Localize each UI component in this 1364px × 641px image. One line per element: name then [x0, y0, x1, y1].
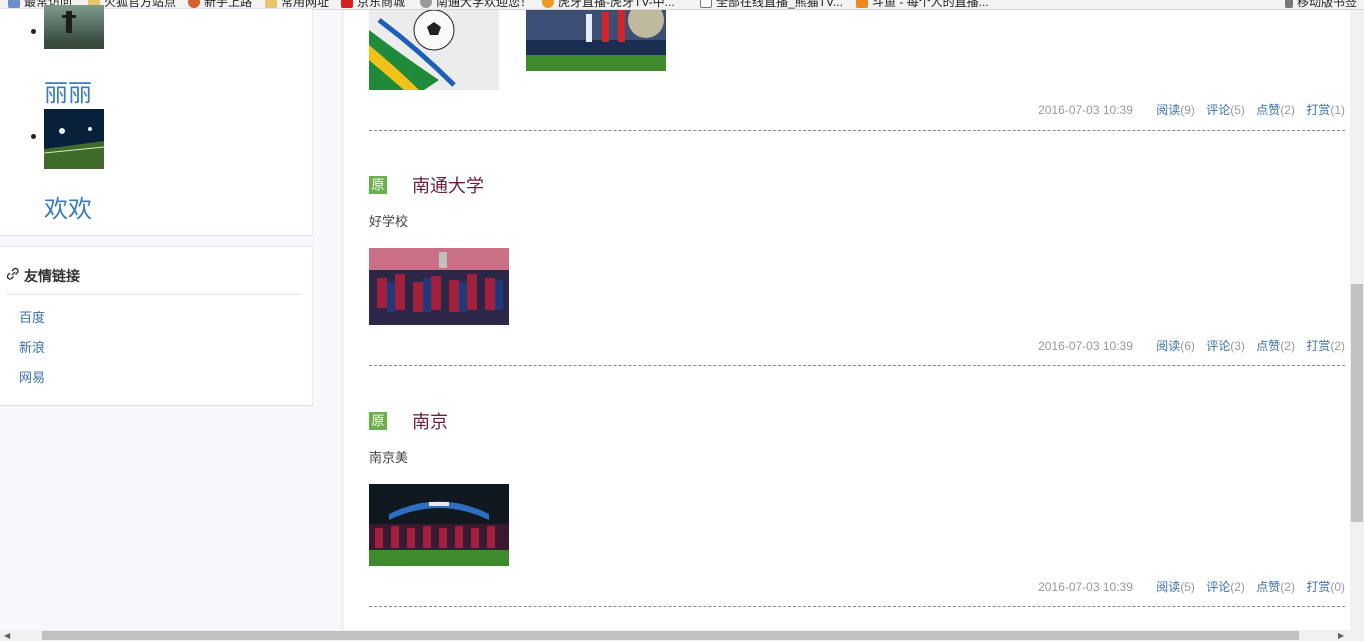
globe-icon — [420, 0, 432, 8]
douyu-icon — [856, 0, 868, 8]
tip-count[interactable]: 打赏(2) — [1306, 339, 1345, 353]
vertical-scrollbar[interactable] — [1350, 10, 1364, 630]
horizontal-scrollbar[interactable]: ◀ ▶ — [0, 630, 1350, 641]
photo-thumbnail[interactable] — [44, 5, 104, 49]
link-icon — [6, 267, 19, 280]
post-image[interactable] — [369, 10, 499, 90]
post-divider — [369, 606, 1345, 607]
friend-link-sina[interactable]: 新浪 — [19, 337, 45, 356]
tip-count[interactable]: 打赏(0) — [1306, 580, 1345, 594]
read-count[interactable]: 阅读(6) — [1156, 339, 1195, 353]
post-meta: 2016-07-03 10:39 阅读(5) 评论(2) 点赞(2) 打赏(0) — [1038, 578, 1345, 595]
bookmark-item[interactable]: 南通大学欢迎您！ — [420, 0, 532, 9]
bookmark-item[interactable]: 全部在线直播_熊猫TV... — [700, 0, 843, 9]
post-meta: 2016-07-03 10:39 阅读(9) 评论(5) 点赞(2) 打赏(1) — [1038, 101, 1345, 118]
comment-count[interactable]: 评论(3) — [1206, 339, 1245, 353]
original-badge: 原 — [369, 176, 387, 194]
scrollbar-corner — [1350, 630, 1364, 641]
article-list: 2016-07-03 10:39 阅读(9) 评论(5) 点赞(2) 打赏(1)… — [344, 10, 1350, 630]
jd-icon — [341, 0, 353, 8]
vertical-scrollbar-thumb[interactable] — [1351, 284, 1363, 522]
scroll-left-arrow-icon[interactable]: ◀ — [4, 630, 10, 641]
page-icon — [8, 0, 20, 8]
post-divider — [369, 130, 1345, 131]
scroll-right-arrow-icon[interactable]: ▶ — [1338, 630, 1344, 641]
post-image[interactable] — [526, 10, 666, 71]
friend-link-netease[interactable]: 网易 — [19, 367, 45, 386]
read-count[interactable]: 阅读(5) — [1156, 580, 1195, 594]
mobile-icon — [1285, 0, 1293, 8]
post-title[interactable]: 南京 — [412, 408, 448, 434]
post-meta: 2016-07-03 10:39 阅读(6) 评论(3) 点赞(2) 打赏(2) — [1038, 337, 1345, 354]
photo-thumbnail[interactable] — [44, 109, 104, 169]
firefox-icon — [188, 0, 200, 8]
comment-count[interactable]: 评论(2) — [1206, 580, 1245, 594]
tip-count[interactable]: 打赏(1) — [1306, 103, 1345, 117]
post-date: 2016-07-03 10:39 — [1038, 103, 1133, 117]
read-count[interactable]: 阅读(9) — [1156, 103, 1195, 117]
photo-caption[interactable]: 欢欢 — [44, 189, 92, 224]
post-image[interactable] — [369, 484, 509, 566]
post-image[interactable] — [369, 248, 509, 325]
post-summary: 好学校 — [369, 214, 409, 229]
photo-caption[interactable]: 丽丽 — [44, 73, 92, 108]
bookmark-item[interactable]: 虎牙直播-虎牙TV-中... — [542, 0, 675, 9]
like-count[interactable]: 点赞(2) — [1256, 103, 1295, 117]
post-date: 2016-07-03 10:39 — [1038, 339, 1133, 353]
original-badge: 原 — [369, 412, 387, 430]
left-sidebar: 丽丽 欢欢 友情链接 百度 新浪 网易 — [0, 5, 343, 641]
post-summary: 南京美 — [369, 450, 409, 465]
tv-icon — [700, 0, 712, 8]
list-bullet — [31, 134, 36, 139]
post-title[interactable]: 南通大学 — [412, 172, 484, 198]
bookmark-item[interactable]: 京东商城 — [341, 0, 405, 9]
bookmark-item[interactable]: 移动版书签 — [1285, 0, 1357, 9]
photo-album-card: 丽丽 欢欢 — [0, 5, 313, 236]
folder-icon — [265, 0, 277, 8]
comment-count[interactable]: 评论(5) — [1206, 103, 1245, 117]
like-count[interactable]: 点赞(2) — [1256, 580, 1295, 594]
bookmark-item[interactable]: 斗鱼 - 每个人的直播... — [856, 0, 989, 9]
horizontal-scrollbar-thumb[interactable] — [42, 631, 1299, 640]
post-divider — [369, 365, 1345, 366]
friend-link-baidu[interactable]: 百度 — [19, 307, 45, 326]
like-count[interactable]: 点赞(2) — [1256, 339, 1295, 353]
list-bullet — [31, 29, 36, 34]
friend-links-card: 友情链接 百度 新浪 网易 — [0, 246, 313, 406]
huya-icon — [542, 0, 554, 8]
post-date: 2016-07-03 10:39 — [1038, 580, 1133, 594]
friend-links-title: 友情链接 — [24, 268, 80, 284]
divider — [6, 294, 301, 295]
